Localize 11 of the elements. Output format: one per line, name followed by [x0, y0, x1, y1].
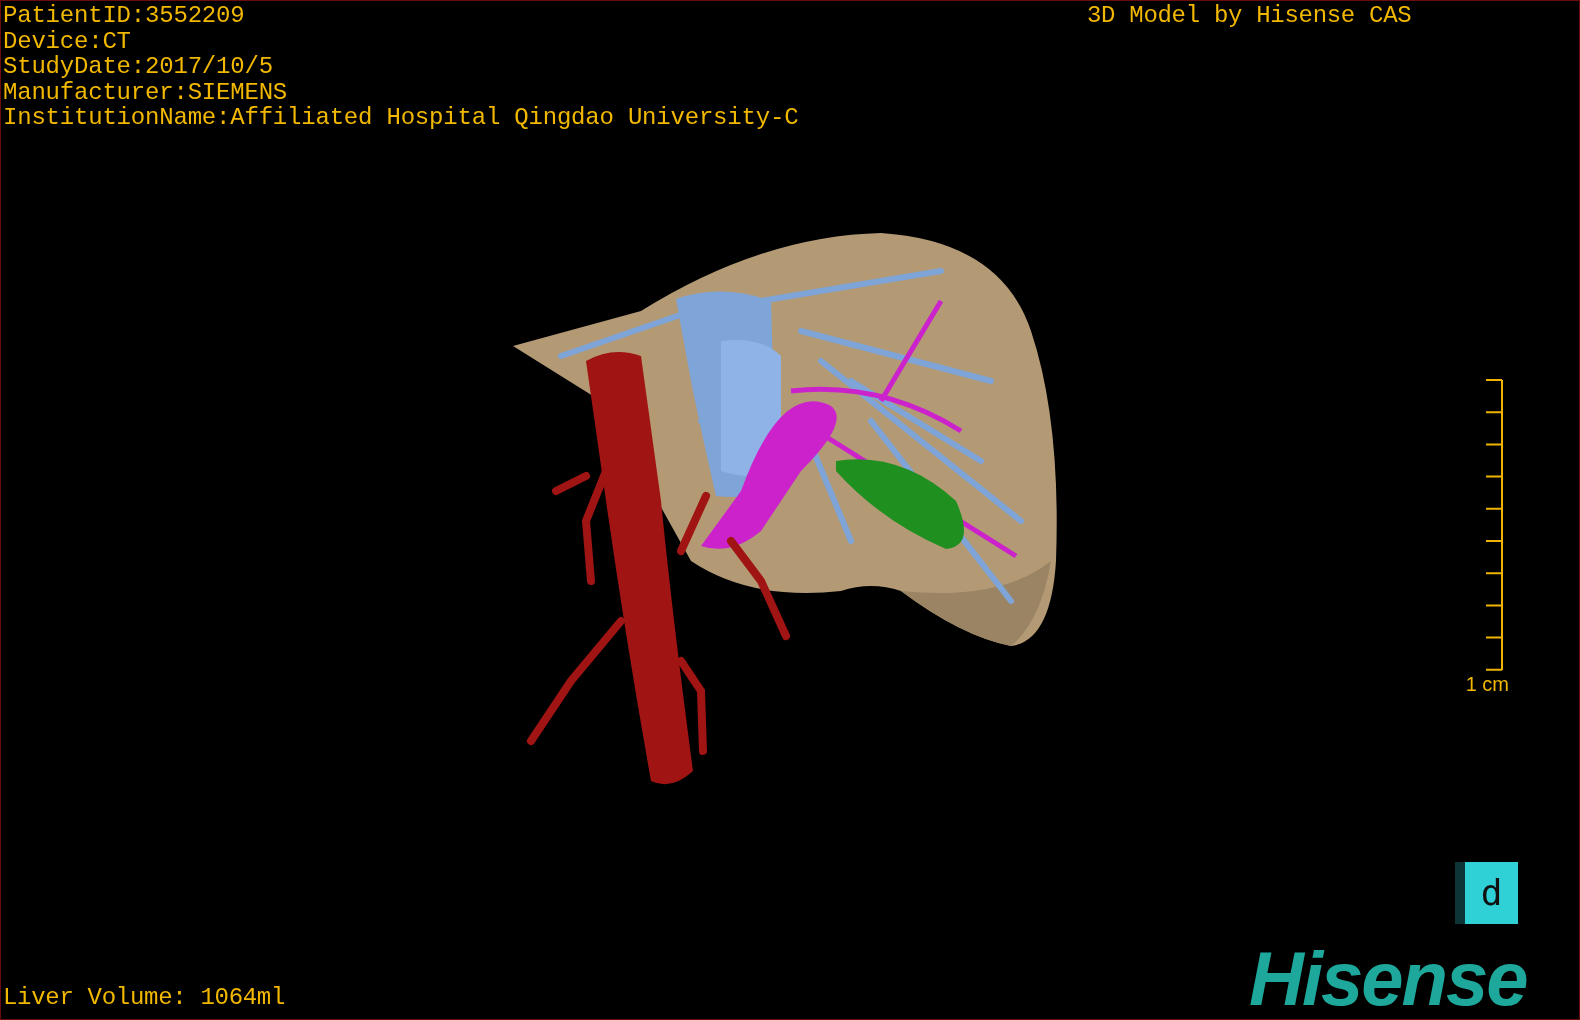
logo: Hisense	[1249, 941, 1527, 1017]
info-line: PatientID:3552209	[3, 3, 245, 29]
scale-label: 1 cm	[1465, 673, 1509, 695]
liver-volume-label: Liver Volume: 1064ml	[3, 985, 286, 1011]
info-line: InstitutionName:Affiliated Hospital Qingdao University-C	[3, 105, 799, 131]
scale-bar-icon	[1485, 379, 1503, 671]
model-caption: 3D Model by Hisense CAS	[1087, 3, 1412, 29]
info-line: StudyDate:2017/10/5	[3, 54, 273, 80]
info-line: Device:CT	[3, 28, 131, 54]
view-button[interactable]: d	[1455, 862, 1518, 924]
info-line: Manufacturer:SIEMENS	[3, 79, 288, 105]
